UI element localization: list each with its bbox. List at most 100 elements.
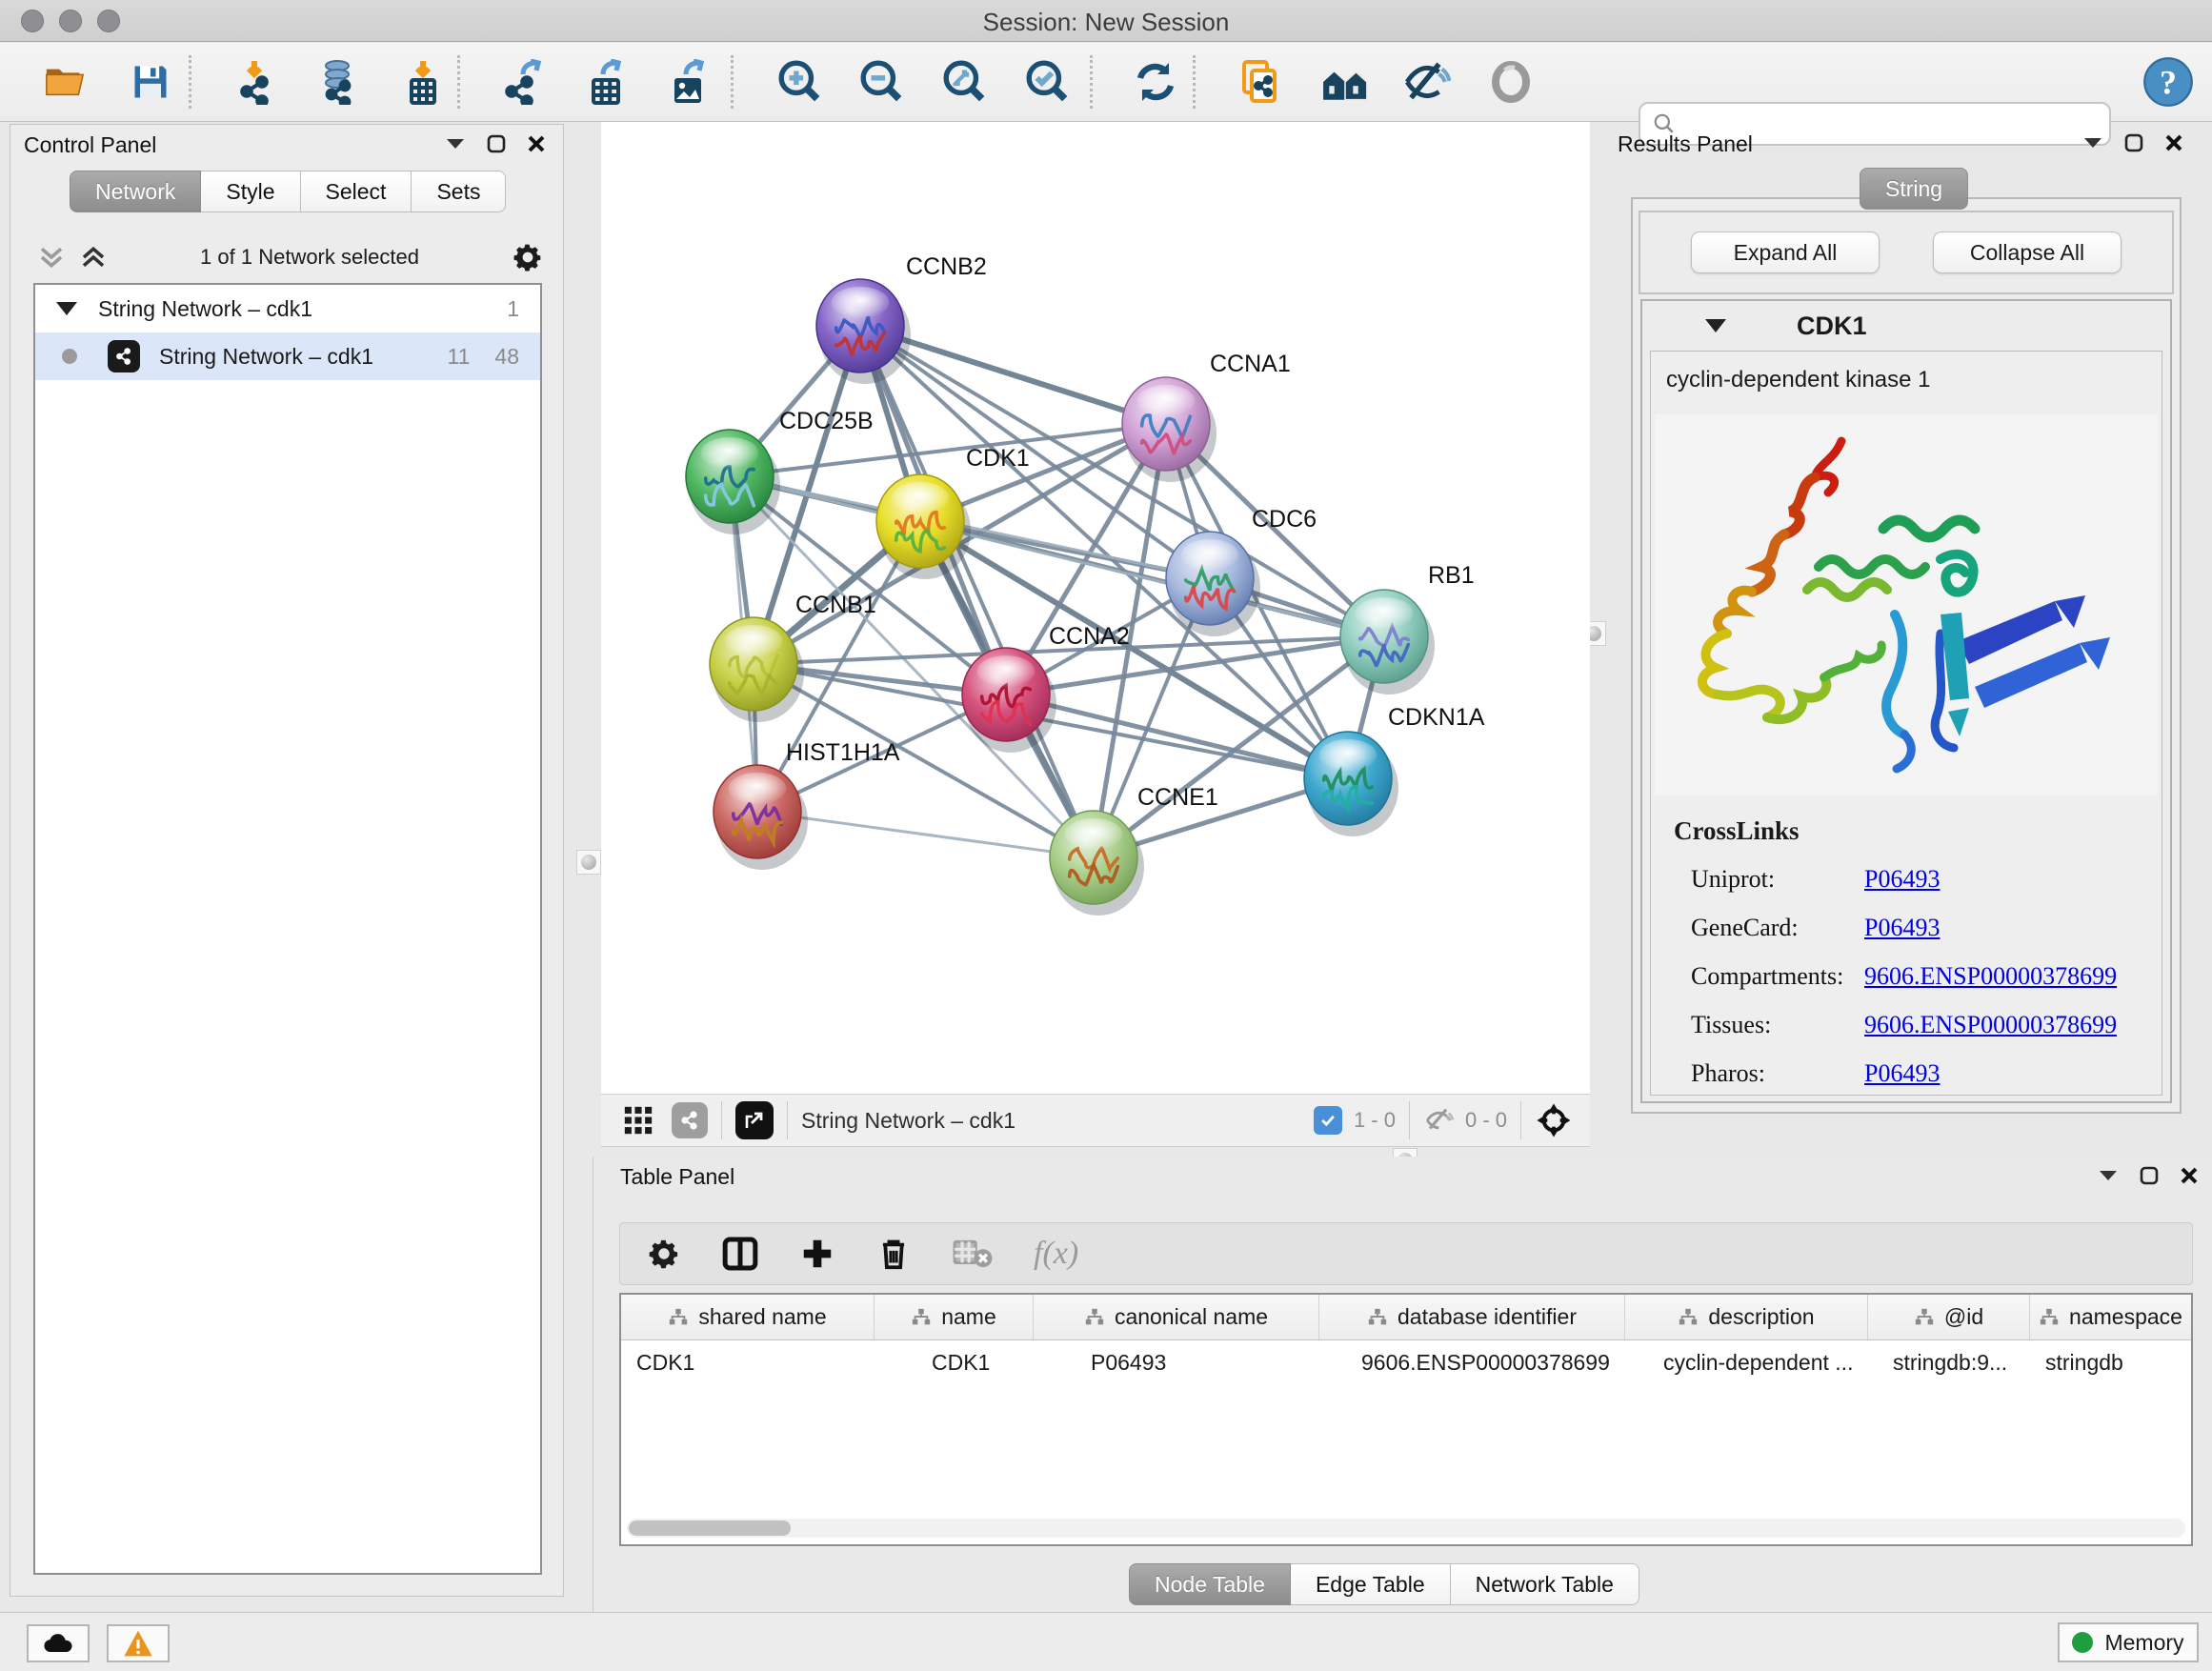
- show-columns-icon[interactable]: [721, 1235, 759, 1273]
- fit-selected-target-icon[interactable]: [1535, 1101, 1573, 1139]
- left-splitter-handle[interactable]: [576, 850, 601, 875]
- panel-close-icon[interactable]: [527, 134, 546, 153]
- network-edge[interactable]: [860, 326, 1094, 857]
- import-network-icon[interactable]: [231, 55, 285, 109]
- table-horizontal-scrollbar[interactable]: [627, 1519, 2185, 1538]
- crosslink-compartments[interactable]: 9606.ENSP00000378699: [1864, 962, 2117, 991]
- network-node-cdkn1a[interactable]: CDKN1A: [1304, 704, 1485, 836]
- zoom-out-icon[interactable]: [855, 55, 909, 109]
- panel-menu-icon[interactable]: [445, 137, 466, 151]
- network-edge[interactable]: [757, 812, 1094, 857]
- network-node-ccnb2[interactable]: CCNB2: [816, 253, 987, 384]
- expand-all-networks-icon[interactable]: [79, 243, 108, 272]
- open-file-icon[interactable]: [38, 55, 91, 109]
- function-builder-icon[interactable]: f(x): [1034, 1236, 1078, 1272]
- panel-close-icon[interactable]: [2180, 1166, 2199, 1185]
- collapse-all-button[interactable]: Collapse All: [1933, 232, 2122, 273]
- column-header[interactable]: shared name: [621, 1295, 875, 1339]
- network-row-selected[interactable]: String Network – cdk1 11 48: [35, 332, 540, 380]
- network-node-ccna1[interactable]: CCNA1: [1122, 351, 1291, 482]
- crosslink-genecard[interactable]: P06493: [1864, 914, 2117, 942]
- cell-id[interactable]: stringdb:9...: [1868, 1340, 2030, 1384]
- column-header[interactable]: canonical name: [1034, 1295, 1319, 1339]
- gene-card-header[interactable]: CDK1: [1642, 301, 2170, 351]
- panel-float-icon[interactable]: [487, 134, 506, 153]
- column-header[interactable]: name: [875, 1295, 1034, 1339]
- import-network-from-database-icon[interactable]: [312, 55, 366, 109]
- refresh-icon[interactable]: [1129, 55, 1182, 109]
- zoom-selected-icon[interactable]: [1021, 55, 1075, 109]
- delete-table-icon[interactable]: [952, 1237, 994, 1271]
- network-canvas[interactable]: CCNB2CCNA1CDC25BCDK1CDC6RB1CCNB1CCNA2CDK…: [601, 122, 1590, 1094]
- export-network-icon[interactable]: [498, 55, 552, 109]
- zoom-in-icon[interactable]: [774, 55, 827, 109]
- clone-network-icon[interactable]: [1235, 55, 1288, 109]
- import-table-icon[interactable]: [396, 55, 450, 109]
- tab-network[interactable]: Network: [70, 171, 201, 212]
- column-header[interactable]: database identifier: [1319, 1295, 1625, 1339]
- network-node-cdk1[interactable]: CDK1: [876, 445, 1030, 579]
- expand-all-button[interactable]: Expand All: [1691, 232, 1880, 273]
- network-node-cdc6[interactable]: CDC6: [1166, 506, 1317, 636]
- collapse-all-networks-icon[interactable]: [37, 243, 66, 272]
- column-header[interactable]: @id: [1868, 1295, 2030, 1339]
- cell-name[interactable]: CDK1: [875, 1340, 1034, 1384]
- grid-view-icon[interactable]: [622, 1104, 654, 1137]
- show-hide-graphics-icon[interactable]: [1400, 55, 1454, 109]
- cell-canonical-name[interactable]: P06493: [1034, 1340, 1319, 1384]
- cell-description[interactable]: cyclin-dependent ...: [1625, 1340, 1868, 1384]
- open-in-window-icon[interactable]: [735, 1101, 774, 1139]
- panel-close-icon[interactable]: [2164, 133, 2183, 152]
- memory-button[interactable]: Memory: [2058, 1622, 2199, 1662]
- scrollbar-thumb[interactable]: [629, 1520, 791, 1536]
- delete-column-icon[interactable]: [875, 1236, 912, 1272]
- node-label-cdkn1a: CDKN1A: [1388, 704, 1485, 731]
- panel-menu-icon[interactable]: [2098, 1169, 2119, 1182]
- tab-style[interactable]: Style: [201, 171, 300, 212]
- collection-count: 1: [507, 296, 519, 322]
- tab-string[interactable]: String: [1860, 168, 1968, 210]
- crosslink-tissues[interactable]: 9606.ENSP00000378699: [1864, 1011, 2117, 1039]
- toolbar-separator: [189, 55, 191, 109]
- crosslink-uniprot[interactable]: P06493: [1864, 865, 2117, 894]
- panel-float-icon[interactable]: [2124, 133, 2143, 152]
- table-row[interactable]: CDK1 CDK1 P06493 9606.ENSP00000378699 cy…: [621, 1340, 2191, 1384]
- network-node-hist1h1a[interactable]: HIST1H1A: [714, 739, 900, 870]
- cell-namespace[interactable]: stringdb: [2030, 1340, 2191, 1384]
- network-node-ccne1[interactable]: CCNE1: [1050, 784, 1218, 916]
- network-options-gear-icon[interactable]: [512, 241, 544, 273]
- cell-shared-name[interactable]: CDK1: [621, 1340, 875, 1384]
- tab-sets[interactable]: Sets: [412, 171, 506, 212]
- tab-select[interactable]: Select: [301, 171, 412, 212]
- table-options-gear-icon[interactable]: [647, 1237, 681, 1271]
- crosslink-pharos[interactable]: P06493: [1864, 1059, 2117, 1088]
- tab-network-table[interactable]: Network Table: [1451, 1563, 1639, 1605]
- save-session-icon[interactable]: [124, 55, 177, 109]
- cloud-button[interactable]: [27, 1624, 90, 1662]
- panel-menu-icon[interactable]: [2082, 136, 2103, 150]
- column-header[interactable]: namespace: [2030, 1295, 2191, 1339]
- cell-database-identifier[interactable]: 9606.ENSP00000378699: [1319, 1340, 1625, 1384]
- network-node-rb1[interactable]: RB1: [1340, 562, 1475, 695]
- tab-edge-table[interactable]: Edge Table: [1291, 1563, 1451, 1605]
- export-table-icon[interactable]: [580, 55, 633, 109]
- hide-graphics-details-icon[interactable]: [1484, 55, 1538, 109]
- tab-node-table[interactable]: Node Table: [1129, 1563, 1291, 1605]
- warnings-button[interactable]: [107, 1624, 170, 1662]
- string-view-icon[interactable]: [672, 1102, 708, 1138]
- export-image-icon[interactable]: [663, 55, 716, 109]
- network-row-label: String Network – cdk1: [159, 344, 373, 370]
- collection-expand-icon[interactable]: [56, 302, 77, 315]
- column-header[interactable]: description: [1625, 1295, 1868, 1339]
- add-column-icon[interactable]: [799, 1236, 835, 1272]
- first-neighbors-icon[interactable]: [1318, 55, 1372, 109]
- network-node-ccnb1[interactable]: CCNB1: [710, 592, 876, 722]
- help-icon[interactable]: ?: [2142, 55, 2195, 109]
- network-collection-row[interactable]: String Network – cdk1 1: [35, 285, 540, 332]
- network-graph[interactable]: CCNB2CCNA1CDC25BCDK1CDC6RB1CCNB1CCNA2CDK…: [601, 122, 1582, 1089]
- hidden-eye-icon[interactable]: [1423, 1104, 1456, 1137]
- gene-card-collapse-icon[interactable]: [1705, 319, 1726, 332]
- selected-checkbox-icon[interactable]: [1314, 1106, 1342, 1135]
- zoom-fit-icon[interactable]: [938, 55, 992, 109]
- panel-float-icon[interactable]: [2140, 1166, 2159, 1185]
